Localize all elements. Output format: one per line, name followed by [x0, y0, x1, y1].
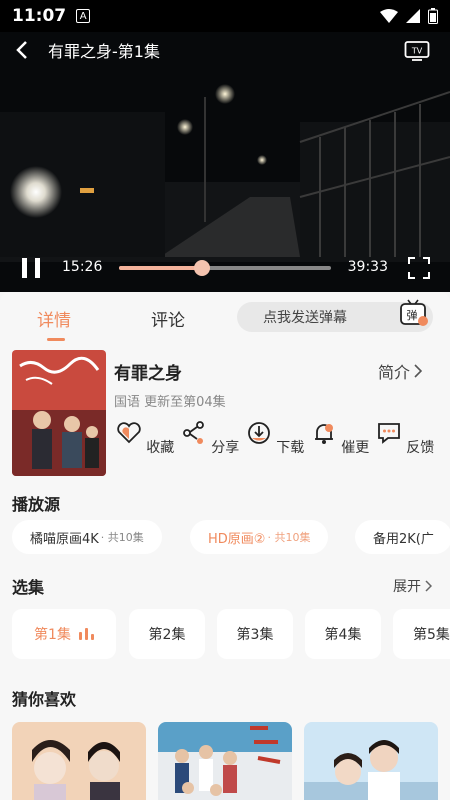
source-option[interactable]: 备用2K(广	[355, 520, 450, 554]
feedback-label: 反馈	[406, 440, 435, 456]
recommend-card[interactable]	[12, 722, 146, 800]
episode-label: 第5集	[413, 627, 450, 643]
expand-button[interactable]: 展开	[393, 576, 432, 596]
source-count: · 共10集	[267, 531, 311, 544]
episode-list: 第1集 第2集 第3集 第4集 第5集	[12, 609, 450, 659]
episode-item[interactable]: 第3集	[217, 609, 293, 659]
danmaku-icon[interactable]: 弹	[399, 298, 429, 328]
recommend-card[interactable]	[304, 722, 438, 800]
urge-update-button[interactable]: 催更	[310, 420, 370, 457]
episode-label: 第4集	[324, 627, 362, 643]
favorite-button[interactable]: 收藏	[115, 420, 175, 457]
tab-details[interactable]: 详情	[37, 306, 71, 331]
show-title: 有罪之身	[114, 364, 182, 384]
episode-label: 第3集	[236, 627, 274, 643]
chevron-right-icon	[425, 580, 432, 592]
episodes-title: 选集	[12, 578, 45, 597]
intro-label: 简介	[378, 363, 411, 382]
wifi-icon	[380, 9, 398, 23]
source-name: 备用2K(广	[373, 531, 434, 547]
status-time: 11:07	[12, 6, 67, 26]
playing-bars-icon	[78, 628, 94, 640]
share-button[interactable]: 分享	[180, 420, 240, 457]
seek-handle[interactable]	[193, 260, 210, 276]
seek-bar-fill	[119, 266, 202, 270]
share-icon	[182, 421, 204, 444]
episode-item-selected[interactable]: 第1集	[12, 609, 116, 659]
source-name: HD原画②	[208, 531, 266, 547]
pause-bar-left	[22, 258, 27, 278]
chevron-right-icon	[414, 364, 423, 378]
recommend-list	[12, 722, 450, 800]
recommend-card[interactable]	[158, 722, 292, 800]
urge-update-label: 催更	[341, 440, 370, 456]
player-controls: 15:26 39:33	[0, 252, 450, 284]
heart-icon	[117, 422, 141, 444]
intro-link[interactable]: 简介	[378, 359, 423, 383]
battery-icon	[428, 8, 438, 24]
back-button[interactable]	[0, 32, 44, 68]
svg-text:TV: TV	[411, 47, 423, 56]
detail-panel: 详情 评论 点我发送弹幕 弹 有罪之身 简介 国语 更新至第04集 收藏 分享 …	[0, 292, 450, 800]
active-tab-indicator	[47, 338, 65, 341]
notification-a-icon: A	[76, 9, 91, 23]
tab-comments[interactable]: 评论	[151, 306, 185, 331]
show-poster[interactable]	[12, 350, 106, 476]
source-option[interactable]: 橘喵原画4K · 共10集	[12, 520, 162, 554]
pause-bar-right	[35, 258, 40, 278]
total-time: 39:33	[347, 259, 388, 275]
back-arrow-icon	[16, 41, 27, 59]
danmaku-placeholder: 点我发送弹幕	[263, 310, 347, 326]
episode-label: 第1集	[34, 627, 71, 643]
episode-label: 第2集	[148, 627, 186, 643]
tab-bar: 详情 评论 点我发送弹幕 弹	[0, 292, 450, 342]
share-label: 分享	[211, 440, 240, 456]
video-title: 有罪之身-第1集	[48, 42, 160, 61]
episode-item[interactable]: 第5集	[393, 609, 450, 659]
show-meta: 国语 更新至第04集	[114, 395, 226, 410]
danmaku-input[interactable]: 点我发送弹幕 弹	[237, 299, 433, 332]
download-icon	[247, 422, 270, 444]
signal-icon	[406, 9, 420, 23]
current-time: 15:26	[62, 259, 103, 275]
feedback-button[interactable]: 反馈	[375, 420, 435, 457]
video-player[interactable]: 有罪之身-第1集 TV 15:26 39:33	[0, 32, 450, 292]
download-button[interactable]: 下载	[245, 420, 305, 457]
cast-tv-icon[interactable]: TV	[404, 39, 430, 61]
seek-bar[interactable]	[119, 260, 331, 276]
action-row: 收藏 分享 下载 催更 反馈	[114, 420, 444, 476]
recommend-title: 猜你喜欢	[12, 690, 77, 709]
bell-icon	[314, 424, 333, 444]
source-option-selected[interactable]: HD原画② · 共10集	[190, 520, 329, 554]
favorite-label: 收藏	[146, 440, 175, 456]
source-count: · 共10集	[100, 531, 144, 544]
episode-item[interactable]: 第4集	[305, 609, 381, 659]
feedback-icon	[377, 423, 400, 444]
episode-item[interactable]: 第2集	[129, 609, 205, 659]
danmaku-icon-label: 弹	[407, 308, 418, 322]
player-top-bar: 有罪之身-第1集 TV	[0, 32, 450, 68]
pause-button[interactable]	[22, 258, 42, 278]
sources-title: 播放源	[12, 495, 61, 514]
download-label: 下载	[276, 440, 305, 456]
source-list: 橘喵原画4K · 共10集 HD原画② · 共10集 备用2K(广	[12, 520, 450, 554]
fullscreen-icon[interactable]	[408, 257, 430, 279]
status-bar: 11:07 A	[0, 0, 450, 32]
expand-label: 展开	[393, 579, 421, 595]
source-name: 橘喵原画4K	[30, 531, 99, 547]
